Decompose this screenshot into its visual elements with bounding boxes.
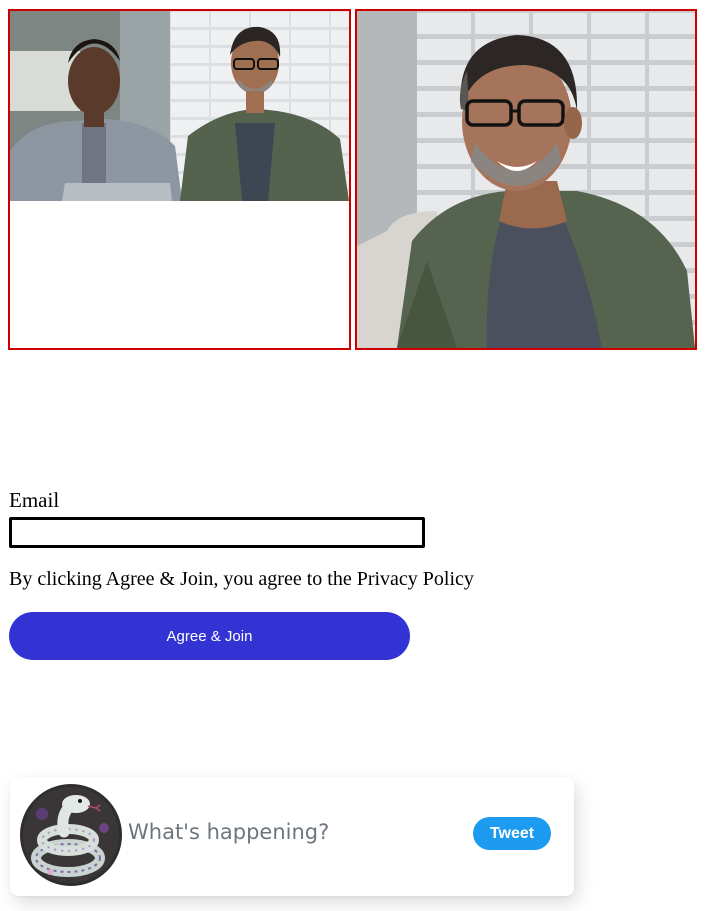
photo-card-left[interactable]	[8, 9, 351, 350]
photo-card-right[interactable]	[355, 9, 697, 350]
tweet-text-input[interactable]	[126, 813, 460, 851]
photo-man-glasses	[357, 11, 695, 348]
tweet-composer: Tweet	[10, 777, 574, 896]
tweet-button[interactable]: Tweet	[473, 817, 551, 850]
email-label: Email	[9, 488, 60, 512]
email-field[interactable]	[9, 517, 425, 548]
agree-join-button[interactable]: Agree & Join	[9, 612, 410, 660]
photo-two-men	[10, 11, 349, 201]
privacy-consent-text: By clicking Agree & Join, you agree to t…	[9, 568, 474, 590]
snake-avatar-icon[interactable]	[20, 784, 122, 886]
